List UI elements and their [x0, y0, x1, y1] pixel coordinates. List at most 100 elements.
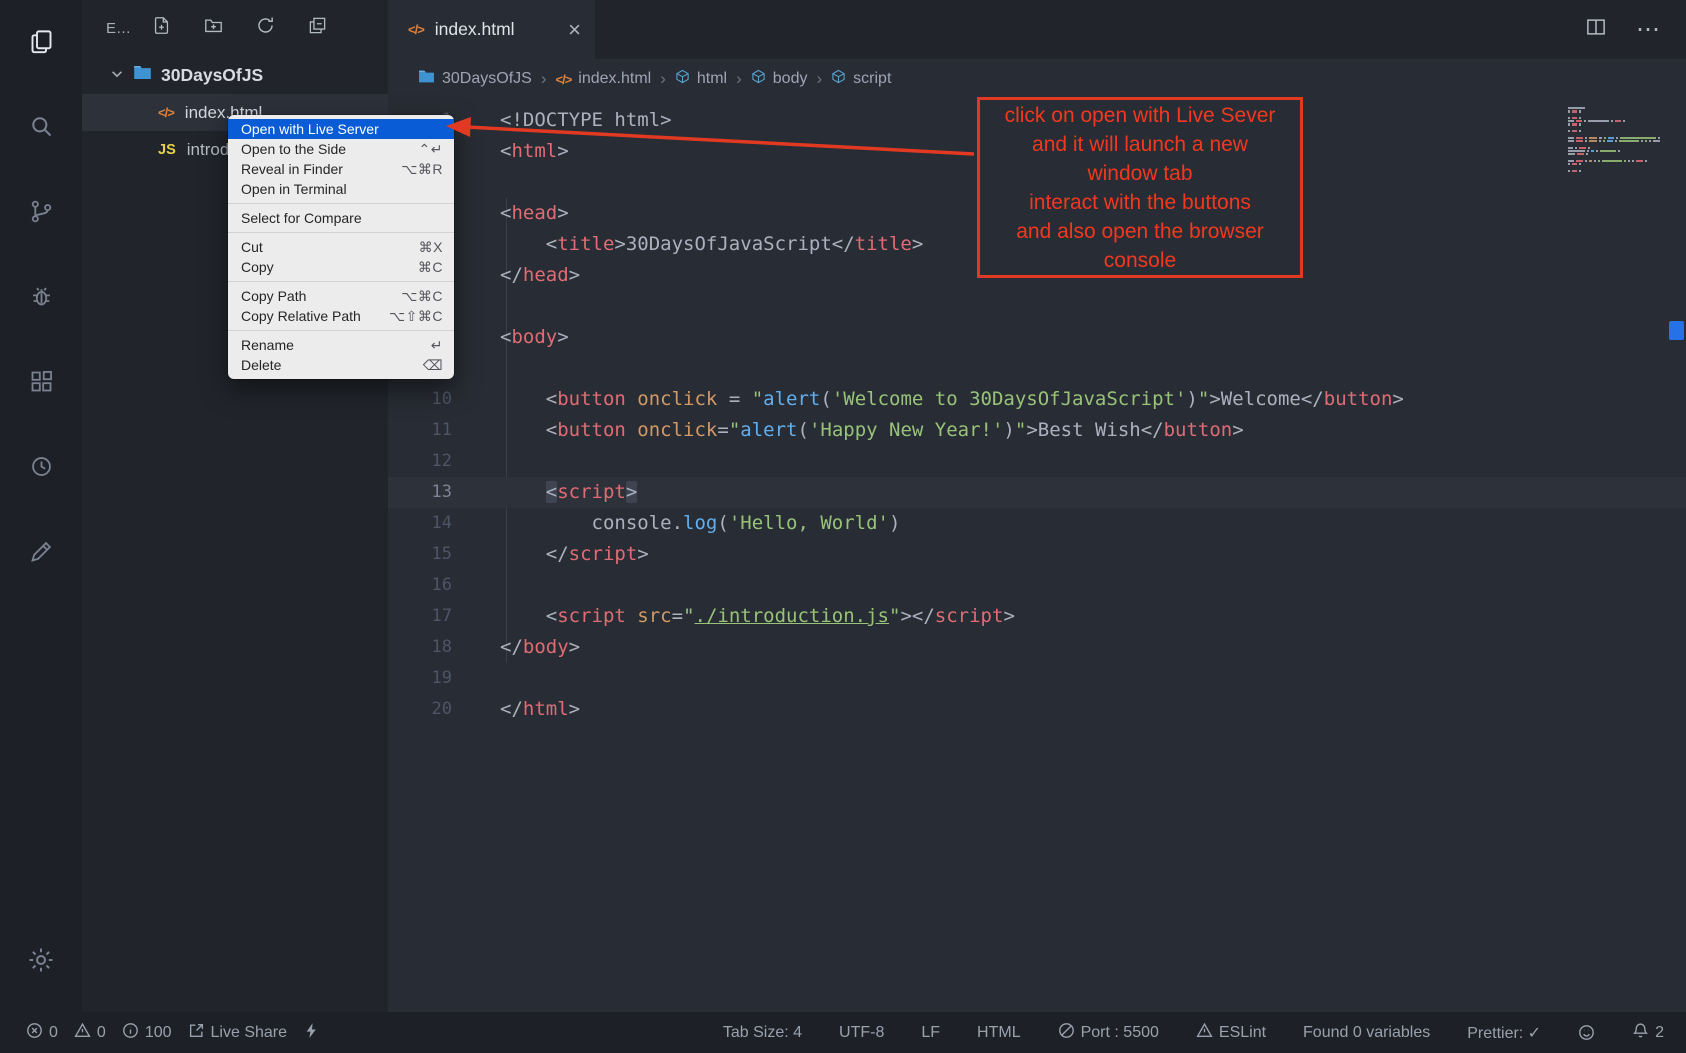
status-found-variables[interactable]: Found 0 variables — [1297, 1024, 1436, 1042]
annotation-text: click on open with Live Sever and it wil… — [1005, 101, 1276, 275]
status-live-share[interactable]: Live Share — [182, 1022, 294, 1044]
html-file-icon: </> — [408, 22, 424, 37]
code-line[interactable]: 14 console.log('Hello, World') — [388, 508, 1686, 539]
folder-icon — [133, 64, 152, 86]
code-line[interactable]: 15 </script> — [388, 539, 1686, 570]
breadcrumb-html[interactable]: html — [675, 69, 727, 89]
html-file-icon: </> — [158, 105, 174, 120]
split-editor-icon[interactable] — [1586, 17, 1606, 42]
more-actions-icon[interactable]: ⋯ — [1636, 18, 1660, 42]
menu-item-rename[interactable]: Rename↵ — [228, 335, 454, 355]
refresh-icon[interactable] — [256, 16, 275, 40]
explorer-header: E… — [82, 0, 388, 56]
breadcrumb-script[interactable]: script — [831, 69, 891, 89]
symbol-cube-icon — [831, 69, 846, 89]
status-language[interactable]: HTML — [971, 1024, 1027, 1042]
breadcrumb: 30DaysOfJS › </> index.html › html › bod… — [388, 59, 1686, 99]
status-info[interactable]: 100 — [116, 1022, 178, 1044]
code-line[interactable]: 16 — [388, 570, 1686, 601]
menu-separator — [228, 232, 454, 233]
breadcrumb-body[interactable]: body — [751, 69, 808, 89]
status-port[interactable]: Port : 5500 — [1052, 1022, 1165, 1044]
status-errors[interactable]: 0 — [20, 1022, 64, 1044]
menu-item-open-to-the-side[interactable]: Open to the Side⌃↵ — [228, 139, 454, 159]
settings-gear-icon[interactable] — [17, 936, 65, 984]
menu-item-delete[interactable]: Delete⌫ — [228, 355, 454, 375]
explorer-icon[interactable] — [17, 17, 65, 65]
tab-bar: </> index.html × ⋯ — [388, 0, 1686, 59]
status-lightning[interactable] — [297, 1022, 332, 1044]
breadcrumb-separator: › — [736, 69, 742, 89]
status-eslint[interactable]: ESLint — [1190, 1022, 1272, 1044]
warning-triangle-icon — [1196, 1022, 1213, 1044]
status-bar: 0 0 100 Live Share Tab Size: 4 UTF-8 LF … — [0, 1012, 1686, 1053]
scrollbar-marker — [1669, 321, 1684, 340]
code-line[interactable]: 20</html> — [388, 694, 1686, 725]
slash-circle-icon — [1058, 1022, 1075, 1044]
live-share-icon — [188, 1022, 205, 1044]
code-line[interactable]: 12 — [388, 446, 1686, 477]
minimap[interactable] — [1568, 107, 1660, 173]
breadcrumb-separator: › — [660, 69, 666, 89]
new-file-icon[interactable] — [152, 16, 171, 40]
code-line[interactable]: 17 <script src="./introduction.js"></scr… — [388, 601, 1686, 632]
debug-icon[interactable] — [17, 272, 65, 320]
status-tab-size[interactable]: Tab Size: 4 — [717, 1024, 808, 1042]
status-encoding[interactable]: UTF-8 — [833, 1024, 890, 1042]
code-line[interactable]: 19 — [388, 663, 1686, 694]
edit-pen-icon[interactable] — [17, 527, 65, 575]
menu-separator — [228, 281, 454, 282]
tab-label: index.html — [435, 19, 515, 40]
status-warnings[interactable]: 0 — [68, 1022, 112, 1044]
tab-index-html[interactable]: </> index.html × — [388, 0, 595, 59]
context-menu: Open with Live Server Open to the Side⌃↵… — [228, 115, 454, 379]
code-line[interactable]: 9 — [388, 353, 1686, 384]
editor-actions: ⋯ — [1586, 0, 1686, 59]
menu-item-copy[interactable]: Copy⌘C — [228, 257, 454, 277]
status-notifications[interactable]: 2 — [1626, 1022, 1670, 1044]
symbol-cube-icon — [751, 69, 766, 89]
status-left: 0 0 100 Live Share — [20, 1022, 332, 1044]
history-clock-icon[interactable] — [17, 442, 65, 490]
collapse-all-icon[interactable] — [308, 16, 327, 40]
warning-triangle-icon — [74, 1022, 91, 1044]
status-eol[interactable]: LF — [915, 1024, 946, 1042]
info-circle-icon — [122, 1022, 139, 1044]
code-line[interactable]: 13 <script> — [388, 477, 1686, 508]
breadcrumb-folder[interactable]: 30DaysOfJS — [418, 69, 532, 89]
annotation-box: click on open with Live Sever and it wil… — [977, 97, 1303, 278]
code-line[interactable]: 8<body> — [388, 322, 1686, 353]
html-file-icon: </> — [555, 72, 571, 87]
new-folder-icon[interactable] — [204, 16, 223, 40]
code-line[interactable]: 10 <button onclick = "alert('Welcome to … — [388, 384, 1686, 415]
search-icon[interactable] — [17, 102, 65, 150]
source-control-icon[interactable] — [17, 187, 65, 235]
folder-root-row[interactable]: 30DaysOfJS — [82, 56, 388, 94]
breadcrumb-file[interactable]: </> index.html — [555, 70, 651, 88]
folder-root-label: 30DaysOfJS — [161, 65, 263, 86]
code-line[interactable]: 18</body> — [388, 632, 1686, 663]
folder-icon — [418, 69, 435, 89]
status-prettier[interactable]: Prettier: ✓ — [1461, 1023, 1547, 1043]
breadcrumb-separator: › — [816, 69, 822, 89]
breadcrumb-separator: › — [541, 69, 547, 89]
menu-item-reveal-in-finder[interactable]: Reveal in Finder⌥⌘R — [228, 159, 454, 179]
menu-item-select-for-compare[interactable]: Select for Compare — [228, 208, 454, 228]
menu-separator — [228, 330, 454, 331]
menu-item-copy-relative-path[interactable]: Copy Relative Path⌥⇧⌘C — [228, 306, 454, 326]
close-icon[interactable]: × — [568, 19, 581, 41]
code-line[interactable]: 11 <button onclick="alert('Happy New Yea… — [388, 415, 1686, 446]
lightning-icon — [303, 1022, 320, 1044]
extensions-icon[interactable] — [17, 357, 65, 405]
chevron-down-icon — [110, 65, 124, 86]
menu-item-copy-path[interactable]: Copy Path⌥⌘C — [228, 286, 454, 306]
symbol-cube-icon — [675, 69, 690, 89]
code-line[interactable]: 7 — [388, 291, 1686, 322]
menu-item-open-in-terminal[interactable]: Open in Terminal — [228, 179, 454, 199]
menu-item-cut[interactable]: Cut⌘X — [228, 237, 454, 257]
menu-separator — [228, 203, 454, 204]
feedback-smiley-icon[interactable] — [1572, 1024, 1601, 1041]
explorer-title: E… — [106, 20, 152, 37]
menu-item-open-with-live-server[interactable]: Open with Live Server — [228, 119, 454, 139]
status-right: Tab Size: 4 UTF-8 LF HTML Port : 5500 ES… — [717, 1022, 1670, 1044]
